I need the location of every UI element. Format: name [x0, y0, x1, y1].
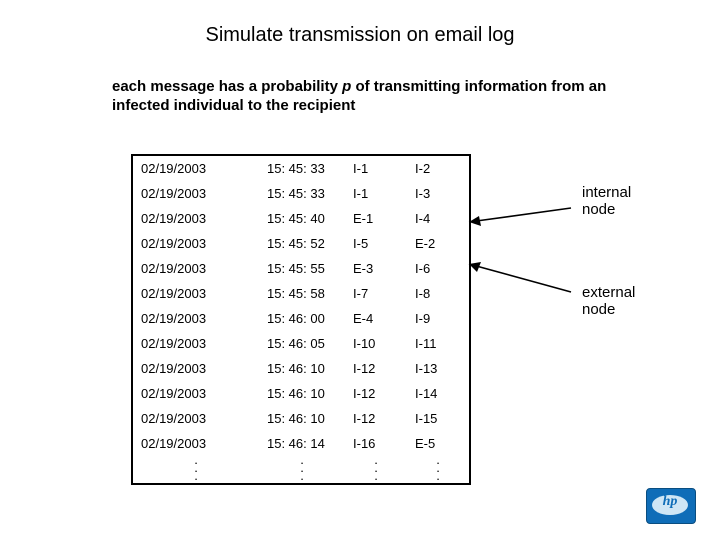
cell-date: 02/19/2003 — [132, 381, 259, 406]
table-row: 02/19/2003 15: 45: 55 E-3 I-6 — [132, 256, 470, 281]
table-row: 02/19/2003 15: 45: 40 E-1 I-4 — [132, 206, 470, 231]
cell-sender: I-1 — [345, 181, 407, 206]
cell-time: 15: 46: 10 — [259, 381, 345, 406]
cell-recipient: E-2 — [407, 231, 470, 256]
cell-sender: I-7 — [345, 281, 407, 306]
cell-date: 02/19/2003 — [132, 231, 259, 256]
cell-date: 02/19/2003 — [132, 256, 259, 281]
ellipsis-icon: ... — [259, 456, 345, 484]
cell-time: 15: 45: 33 — [259, 181, 345, 206]
cell-date: 02/19/2003 — [132, 331, 259, 356]
cell-sender: E-4 — [345, 306, 407, 331]
table-row: 02/19/2003 15: 45: 33 I-1 I-2 — [132, 155, 470, 181]
annotation-internal-node: internal node — [582, 184, 662, 218]
cell-recipient: I-9 — [407, 306, 470, 331]
ellipsis-icon: ... — [407, 456, 470, 484]
cell-recipient: I-3 — [407, 181, 470, 206]
table-row: 02/19/2003 15: 46: 10 I-12 I-13 — [132, 356, 470, 381]
cell-date: 02/19/2003 — [132, 356, 259, 381]
cell-sender: E-3 — [345, 256, 407, 281]
cell-time: 15: 46: 10 — [259, 406, 345, 431]
cell-time: 15: 45: 58 — [259, 281, 345, 306]
cell-sender: I-12 — [345, 356, 407, 381]
cell-recipient: I-14 — [407, 381, 470, 406]
cell-time: 15: 46: 05 — [259, 331, 345, 356]
cell-recipient: I-13 — [407, 356, 470, 381]
cell-time: 15: 45: 33 — [259, 155, 345, 181]
cell-sender: I-1 — [345, 155, 407, 181]
email-log-table: 02/19/2003 15: 45: 33 I-1 I-2 02/19/2003… — [131, 154, 471, 485]
hp-logo-text: hp — [646, 494, 694, 510]
table-row: 02/19/2003 15: 46: 10 I-12 I-15 — [132, 406, 470, 431]
cell-time: 15: 46: 00 — [259, 306, 345, 331]
cell-date: 02/19/2003 — [132, 206, 259, 231]
cell-sender: I-12 — [345, 406, 407, 431]
cell-sender: I-12 — [345, 381, 407, 406]
subtitle-part-a: each message has a probability — [112, 78, 342, 95]
cell-date: 02/19/2003 — [132, 281, 259, 306]
arrow-external-icon — [459, 258, 579, 298]
cell-time: 15: 46: 10 — [259, 356, 345, 381]
table-row: 02/19/2003 15: 46: 05 I-10 I-11 — [132, 331, 470, 356]
table-row: 02/19/2003 15: 46: 10 I-12 I-14 — [132, 381, 470, 406]
cell-time: 15: 45: 52 — [259, 231, 345, 256]
cell-time: 15: 45: 40 — [259, 206, 345, 231]
cell-date: 02/19/2003 — [132, 406, 259, 431]
slide-subtitle: each message has a probability p of tran… — [112, 78, 622, 116]
cell-recipient: I-11 — [407, 331, 470, 356]
cell-time: 15: 45: 55 — [259, 256, 345, 281]
cell-sender: I-5 — [345, 231, 407, 256]
slide-title: Simulate transmission on email log — [0, 24, 720, 47]
hp-logo-icon: hp — [646, 488, 700, 526]
ellipsis-icon: ... — [132, 456, 259, 484]
table-row: 02/19/2003 15: 45: 52 I-5 E-2 — [132, 231, 470, 256]
table-row: 02/19/2003 15: 45: 58 I-7 I-8 — [132, 281, 470, 306]
table-row-ellipsis: ... ... ... ... — [132, 456, 470, 484]
table-row: 02/19/2003 15: 45: 33 I-1 I-3 — [132, 181, 470, 206]
cell-date: 02/19/2003 — [132, 155, 259, 181]
cell-recipient: I-2 — [407, 155, 470, 181]
table-row: 02/19/2003 15: 46: 00 E-4 I-9 — [132, 306, 470, 331]
annotation-external-node: external node — [582, 284, 662, 318]
cell-date: 02/19/2003 — [132, 306, 259, 331]
cell-sender: E-1 — [345, 206, 407, 231]
ellipsis-icon: ... — [345, 456, 407, 484]
cell-sender: I-10 — [345, 331, 407, 356]
arrow-internal-icon — [459, 204, 579, 228]
subtitle-variable-p: p — [342, 78, 351, 95]
cell-date: 02/19/2003 — [132, 181, 259, 206]
cell-recipient: I-15 — [407, 406, 470, 431]
